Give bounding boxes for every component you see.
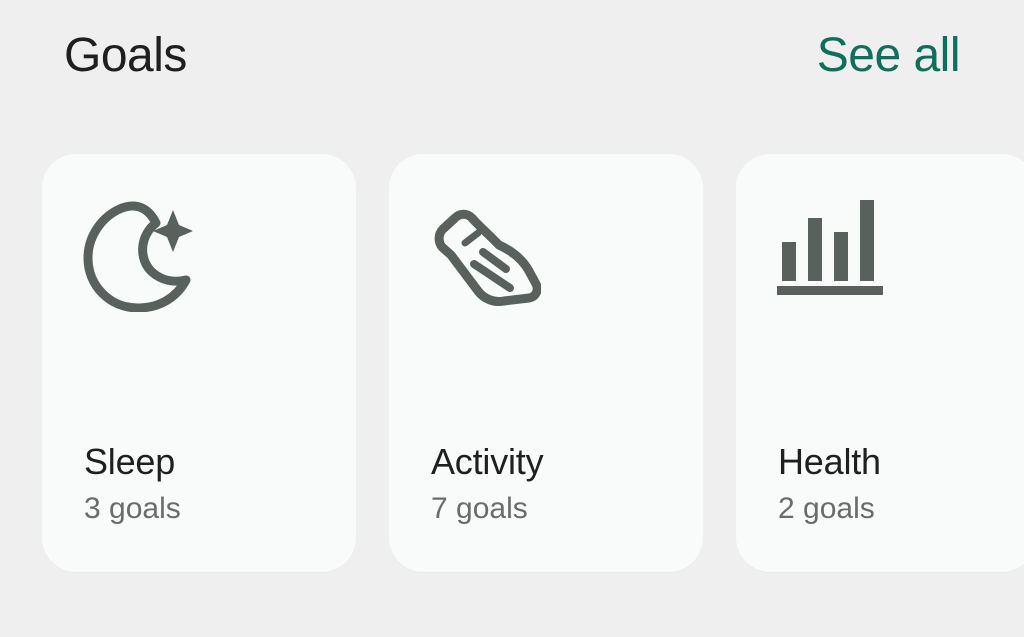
- moon-star-icon: [82, 200, 194, 312]
- health-card-title: Health: [778, 441, 881, 482]
- activity-card-goal-count: 7 goals: [431, 492, 528, 525]
- goals-card-list: Sleep 3 goals Activity 7 goals Health 2 …: [0, 0, 1024, 637]
- sleep-card-goal-count: 3 goals: [84, 492, 181, 525]
- shoe-icon: [429, 200, 541, 312]
- health-card-goal-count: 2 goals: [778, 492, 875, 525]
- health-goal-card[interactable]: Health 2 goals: [736, 154, 1024, 572]
- sleep-card-title: Sleep: [84, 441, 176, 482]
- sleep-goal-card[interactable]: Sleep 3 goals: [42, 154, 356, 572]
- activity-goal-card[interactable]: Activity 7 goals: [389, 154, 703, 572]
- bar-chart-icon: [776, 200, 888, 312]
- activity-card-title: Activity: [431, 441, 544, 482]
